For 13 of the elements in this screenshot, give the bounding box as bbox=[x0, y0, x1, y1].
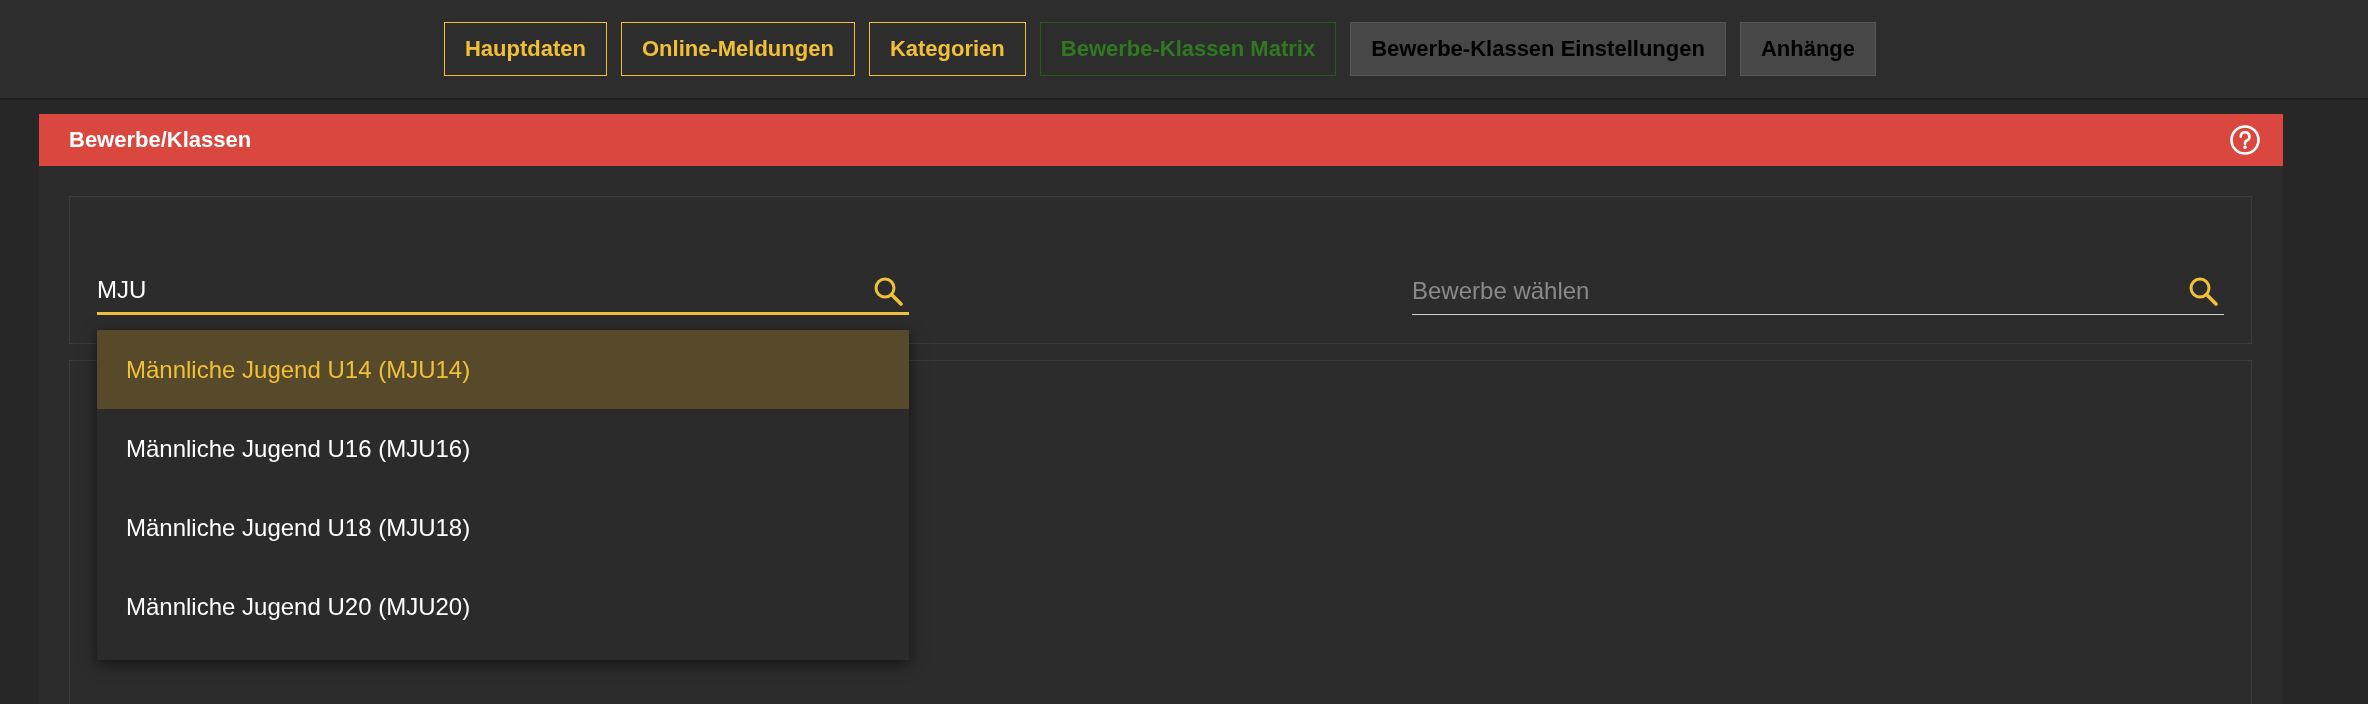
search-icon bbox=[873, 276, 903, 306]
dropdown-option[interactable]: Männliche Jugend U16 (MJU16) bbox=[97, 409, 909, 488]
search-field[interactable]: MJU bbox=[97, 265, 909, 315]
dropdown-option[interactable]: Männliche Jugend U18 (MJU18) bbox=[97, 488, 909, 567]
tab[interactable]: Kategorien bbox=[868, 22, 1026, 76]
tab[interactable]: Online-Meldungen bbox=[621, 22, 855, 76]
panel-title: Bewerbe/Klassen bbox=[69, 127, 252, 153]
dropdown-option[interactable]: Männliche Jugend U20 (MJU20) bbox=[97, 567, 909, 646]
dropdown-option[interactable]: Männliche Jugend U14 (MJU14) bbox=[97, 330, 909, 409]
tab[interactable]: Hauptdaten bbox=[444, 22, 607, 76]
help-icon[interactable] bbox=[2230, 125, 2260, 155]
search-field[interactable]: Bewerbe wählen bbox=[1412, 265, 2224, 315]
search-icon bbox=[2188, 276, 2218, 306]
